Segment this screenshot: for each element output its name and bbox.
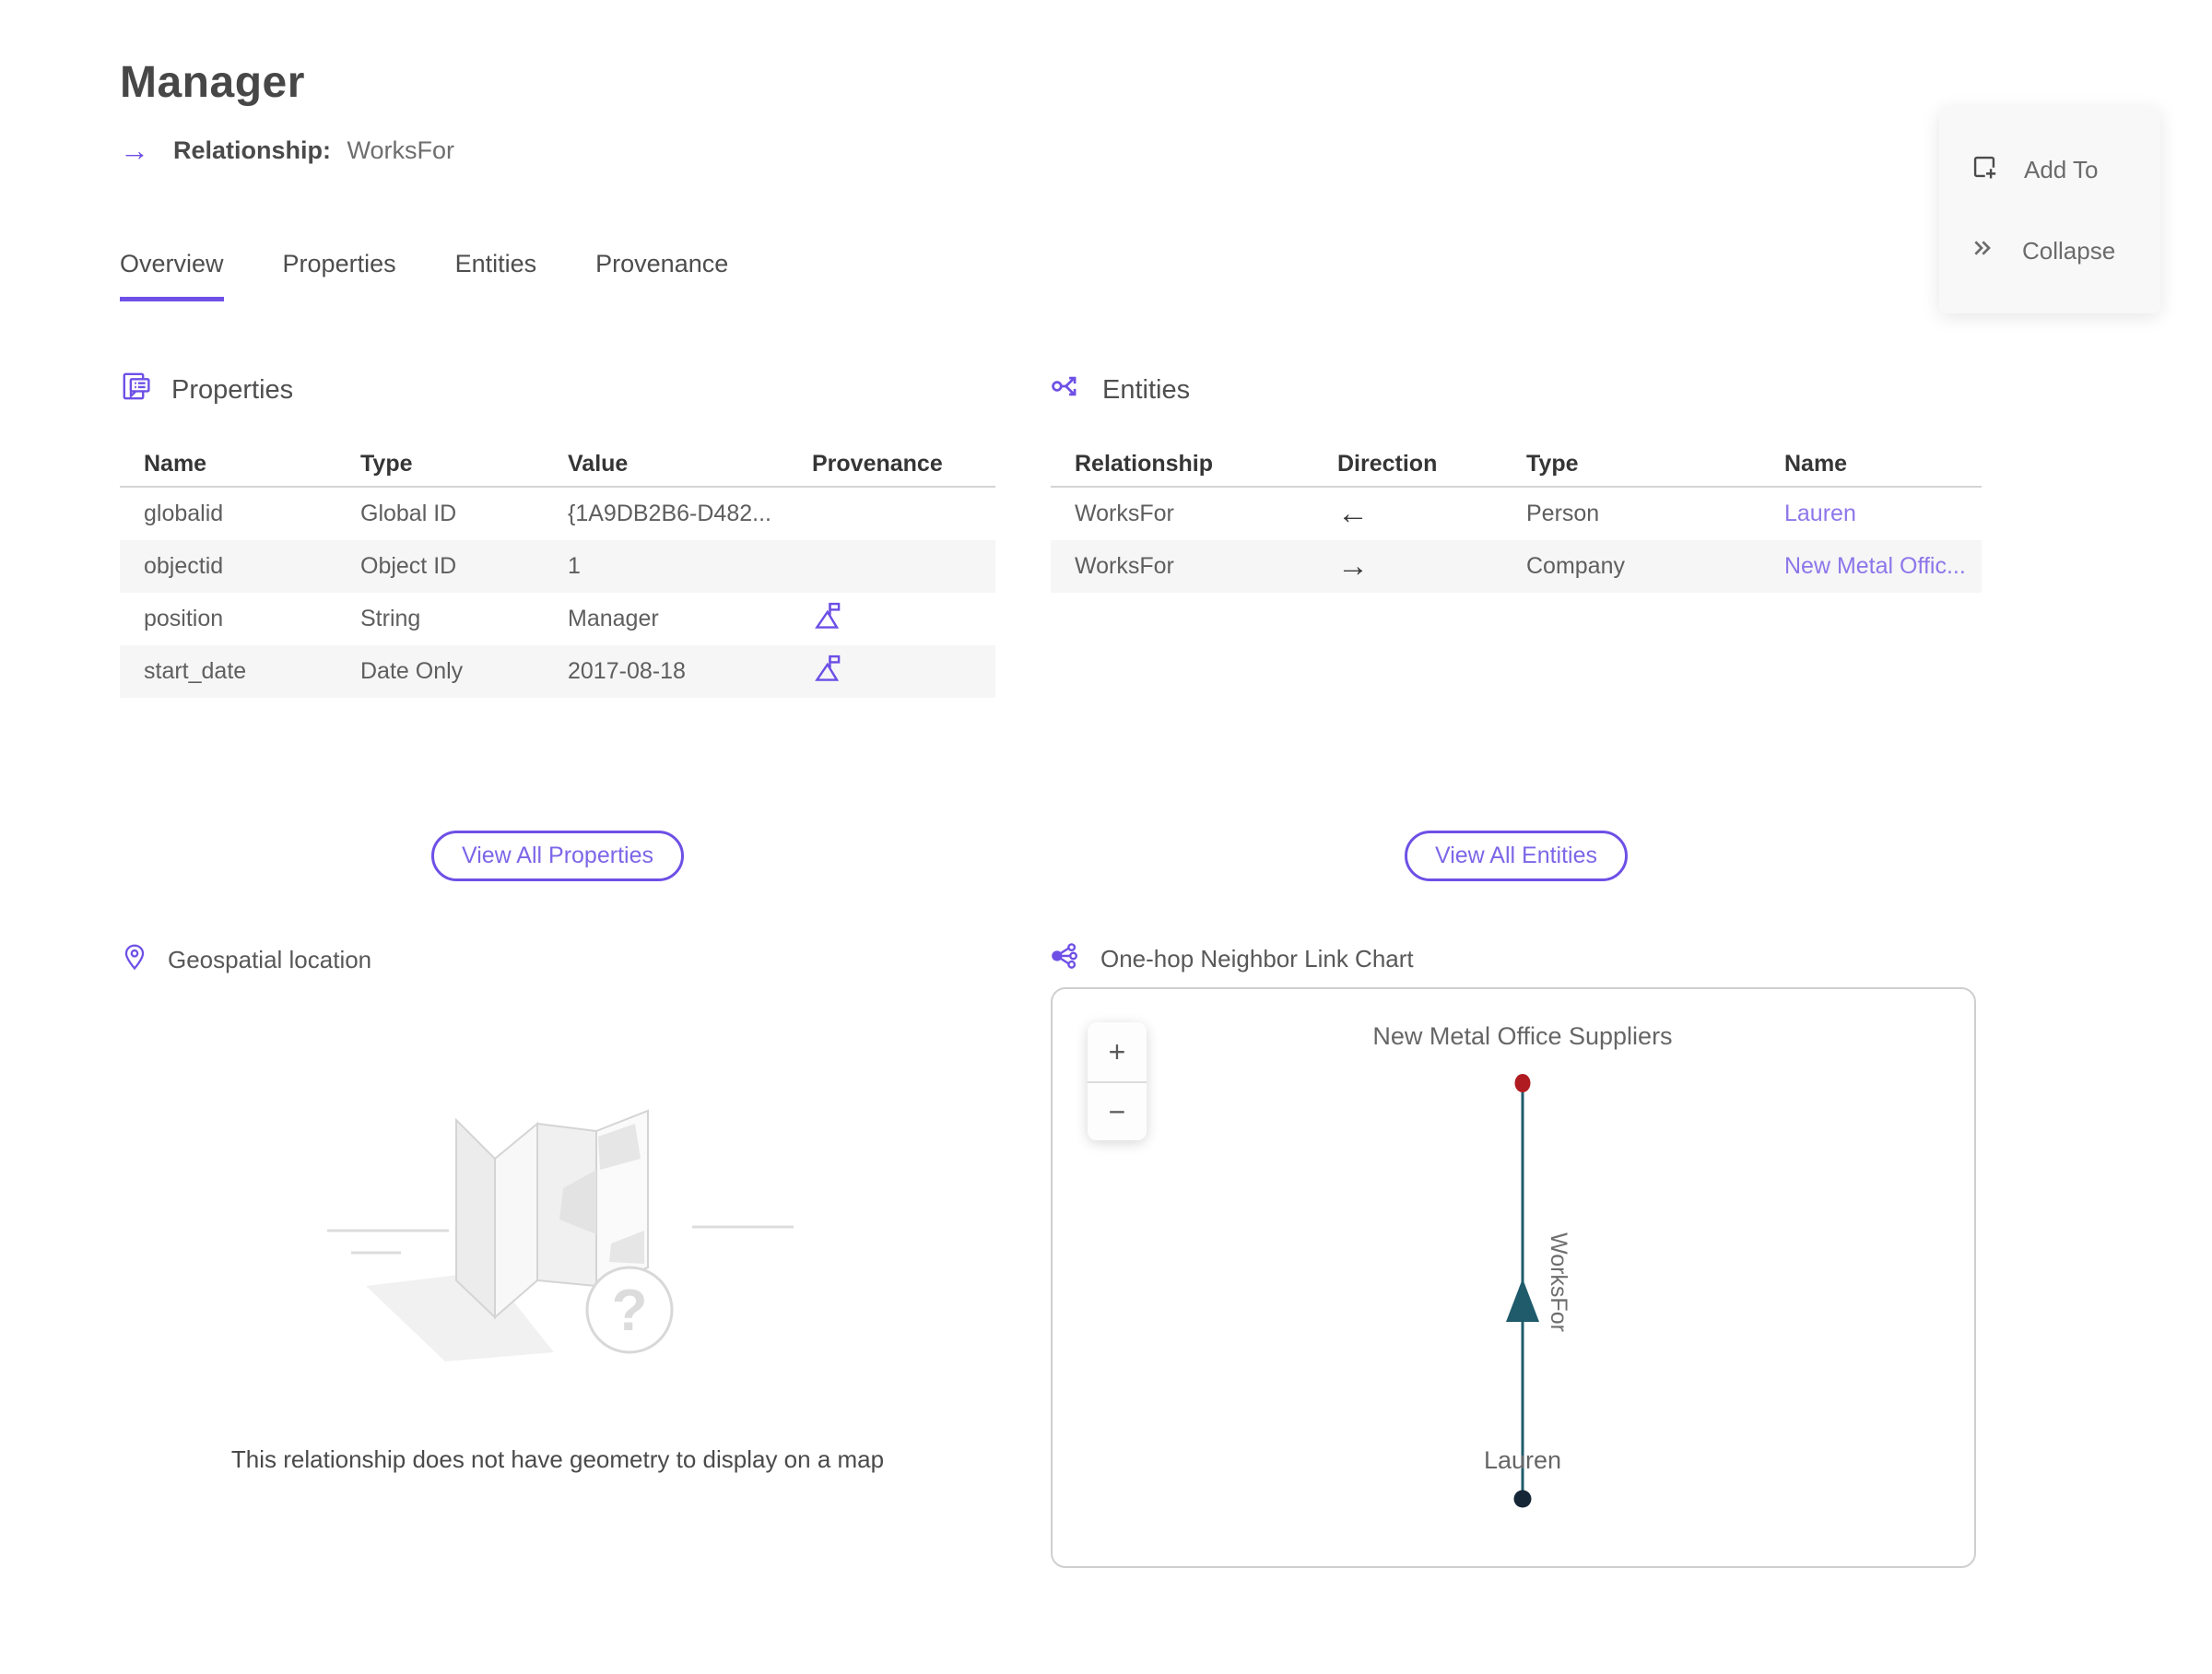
company-node[interactable]: [1514, 1074, 1531, 1092]
person-node-label[interactable]: Lauren: [1484, 1446, 1561, 1474]
properties-icon: [120, 370, 153, 410]
property-value: {1A9DB2B6-D482...: [568, 501, 771, 526]
map-pin-icon: [120, 942, 149, 978]
view-all-entities-button[interactable]: View All Entities: [1404, 831, 1628, 881]
view-all-properties-wrap: View All Properties: [120, 831, 995, 888]
relationship-arrow-icon: →: [120, 134, 149, 167]
direction-arrow-icon: →: [1337, 548, 1369, 584]
collapse-button[interactable]: Collapse: [1939, 211, 2160, 291]
column-header: Type: [1526, 450, 1579, 477]
property-type: Object ID: [360, 553, 457, 579]
entities-table-header: Relationship Direction Type Name: [1051, 442, 1982, 488]
table-row: WorksFor ← Person Lauren: [1051, 488, 1982, 540]
properties-table: Name Type Value Provenance globalid Glob…: [120, 442, 995, 698]
collapse-icon: [1969, 233, 1998, 269]
column-header: Name: [1784, 450, 1848, 477]
flag-icon[interactable]: [788, 599, 995, 639]
entities-section-title: Entities: [1102, 374, 1191, 405]
floating-actions-panel: Add To Collapse: [1939, 107, 2160, 313]
tab-bar: Overview Properties Entities Provenance: [120, 250, 2212, 301]
geospatial-placeholder: ? This relationship does not have geomet…: [120, 987, 995, 1568]
geospatial-section-header: Geospatial location: [120, 942, 995, 978]
table-row: start_date Date Only 2017-08-18: [120, 645, 995, 698]
person-node[interactable]: [1513, 1490, 1532, 1508]
property-type: Global ID: [360, 501, 457, 526]
edge-arrowhead: [1506, 1279, 1539, 1322]
property-type: String: [360, 606, 421, 631]
properties-table-header: Name Type Value Provenance: [120, 442, 995, 488]
geospatial-section-title: Geospatial location: [168, 946, 372, 973]
direction-arrow-icon: ←: [1337, 496, 1369, 531]
property-name: objectid: [144, 553, 224, 579]
entity-name-link[interactable]: Lauren: [1760, 501, 1982, 527]
collapse-label: Collapse: [2022, 237, 2116, 265]
table-row: objectid Object ID 1: [120, 540, 995, 593]
page-title: Manager: [120, 58, 305, 107]
zoom-control: + −: [1088, 1022, 1147, 1140]
entity-relationship: WorksFor: [1075, 553, 1174, 579]
column-header: Value: [568, 450, 629, 477]
no-geometry-message: This relationship does not have geometry…: [230, 1445, 885, 1473]
link-chart-wrap: + − WorksFor New Metal Office Suppliers …: [1051, 987, 1982, 1568]
entity-detail-page: Add To Collapse Manager → Relationship: …: [0, 57, 2212, 1674]
property-name: position: [144, 606, 224, 631]
entity-relationship: WorksFor: [1075, 501, 1174, 526]
edge-label: WorksFor: [1546, 1232, 1571, 1332]
column-header: Direction: [1337, 450, 1438, 477]
property-name: start_date: [144, 658, 247, 684]
column-header: Provenance: [812, 450, 943, 477]
overview-content: Properties Name Type Value Provenance gl…: [120, 370, 2212, 1568]
breadcrumb: → Relationship: WorksFor: [120, 136, 2212, 165]
column-header: Type: [360, 450, 413, 477]
property-value: 2017-08-18: [568, 658, 686, 684]
property-type: Date Only: [360, 658, 464, 684]
flag-icon[interactable]: [788, 652, 995, 691]
tab-overview[interactable]: Overview: [120, 250, 224, 301]
entities-section: Entities Relationship Direction Type Nam…: [1051, 370, 1982, 831]
entities-table: Relationship Direction Type Name WorksFo…: [1051, 442, 1982, 593]
add-to-label: Add To: [2024, 156, 2099, 183]
link-chart-section-header: One-hop Neighbor Link Chart: [1051, 940, 1982, 978]
entity-type: Person: [1526, 501, 1600, 526]
company-node-label[interactable]: New Metal Office Suppliers: [1372, 1022, 1672, 1050]
tab-entities[interactable]: Entities: [455, 250, 537, 301]
tab-provenance[interactable]: Provenance: [595, 250, 728, 301]
column-header: Name: [144, 450, 207, 477]
subtitle-label: Relationship:: [173, 136, 332, 164]
entity-type: Company: [1526, 553, 1625, 579]
properties-section-title: Properties: [171, 374, 294, 405]
table-row: position String Manager: [120, 593, 995, 645]
svg-text:?: ?: [611, 1277, 647, 1343]
subtitle-value: WorksFor: [347, 136, 455, 164]
table-row: WorksFor → Company New Metal Offic...: [1051, 540, 1982, 593]
zoom-out-button[interactable]: −: [1088, 1081, 1147, 1140]
link-chart-panel[interactable]: + − WorksFor New Metal Office Suppliers …: [1051, 987, 1976, 1568]
add-to-icon: [1969, 151, 2000, 189]
add-to-button[interactable]: Add To: [1939, 129, 2160, 211]
link-chart-section-title: One-hop Neighbor Link Chart: [1100, 945, 1414, 973]
zoom-in-button[interactable]: +: [1088, 1022, 1147, 1081]
tab-properties[interactable]: Properties: [283, 250, 396, 301]
properties-section-header: Properties: [120, 370, 995, 410]
property-name: globalid: [144, 501, 224, 526]
link-chart-canvas[interactable]: WorksFor New Metal Office Suppliers Laur…: [1053, 989, 1974, 1566]
table-row: globalid Global ID {1A9DB2B6-D482...: [120, 488, 995, 540]
view-all-entities-wrap: View All Entities: [1051, 831, 1982, 888]
entities-icon: [1051, 370, 1084, 410]
property-value: 1: [568, 553, 581, 579]
view-all-properties-button[interactable]: View All Properties: [431, 831, 684, 881]
property-value: Manager: [568, 606, 659, 631]
entities-section-header: Entities: [1051, 370, 1982, 410]
properties-section: Properties Name Type Value Provenance gl…: [120, 370, 995, 831]
entity-name-link[interactable]: New Metal Offic...: [1760, 553, 1982, 580]
empty-map-illustration: ?: [327, 1109, 794, 1362]
link-chart-icon: [1051, 940, 1082, 978]
column-header: Relationship: [1075, 450, 1214, 477]
